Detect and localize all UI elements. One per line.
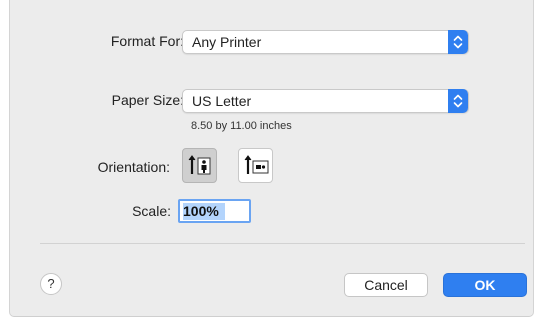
orientation-label: Orientation: <box>97 159 170 175</box>
paper-dimensions-text: 8.50 by 11.00 inches <box>191 120 292 132</box>
popup-arrows-icon <box>448 30 468 54</box>
portrait-orientation-icon <box>183 155 216 186</box>
help-button[interactable]: ? <box>40 273 62 295</box>
popup-arrows-icon <box>448 89 468 113</box>
orientation-landscape-button[interactable] <box>238 148 273 183</box>
cancel-button[interactable]: Cancel <box>344 273 428 297</box>
format-for-label: Format For: <box>110 33 184 49</box>
scale-label: Scale: <box>132 203 171 219</box>
paper-size-value: US Letter <box>192 93 252 109</box>
paper-size-popup[interactable]: US Letter <box>182 89 469 113</box>
landscape-orientation-icon <box>239 155 272 186</box>
page-setup-dialog: Format For: Any Printer Paper Size: US L… <box>9 0 534 317</box>
orientation-portrait-button[interactable] <box>182 148 217 183</box>
ok-button[interactable]: OK <box>443 273 527 297</box>
scale-field[interactable] <box>178 199 251 223</box>
format-for-value: Any Printer <box>192 34 262 50</box>
paper-size-label: Paper Size: <box>111 92 184 108</box>
divider <box>40 243 525 244</box>
scale-input[interactable] <box>181 202 248 220</box>
format-for-popup[interactable]: Any Printer <box>182 30 469 54</box>
